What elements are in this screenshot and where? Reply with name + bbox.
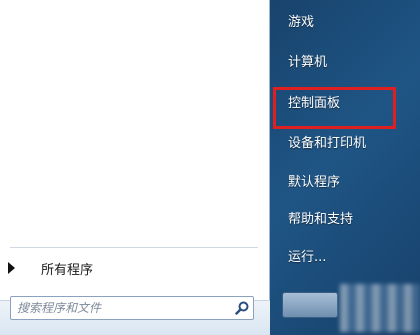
arrow-right-icon — [8, 262, 15, 274]
menu-item-devices-printers[interactable]: 设备和打印机 — [288, 133, 366, 155]
divider — [10, 247, 258, 248]
menu-item-games[interactable]: 游戏 — [288, 12, 314, 34]
menu-item-help-support[interactable]: 帮助和支持 — [288, 209, 353, 231]
search-box[interactable] — [10, 296, 254, 320]
shutdown-button[interactable] — [282, 292, 338, 318]
blurred-watermark — [340, 284, 420, 332]
highlight-box — [273, 87, 396, 129]
menu-item-default-programs[interactable]: 默认程序 — [288, 172, 340, 194]
start-menu: 所有程序 游戏 计算机 控制面板 设备和打印机 默认程序 帮助和支持 运行... — [0, 0, 420, 335]
start-menu-left-panel: 所有程序 — [0, 0, 270, 335]
all-programs-label: 所有程序 — [41, 262, 94, 278]
search-icon[interactable] — [232, 297, 253, 319]
all-programs-button[interactable]: 所有程序 — [6, 257, 261, 279]
search-input[interactable] — [11, 298, 232, 318]
menu-item-run[interactable]: 运行... — [288, 247, 326, 269]
menu-item-computer[interactable]: 计算机 — [288, 52, 327, 74]
